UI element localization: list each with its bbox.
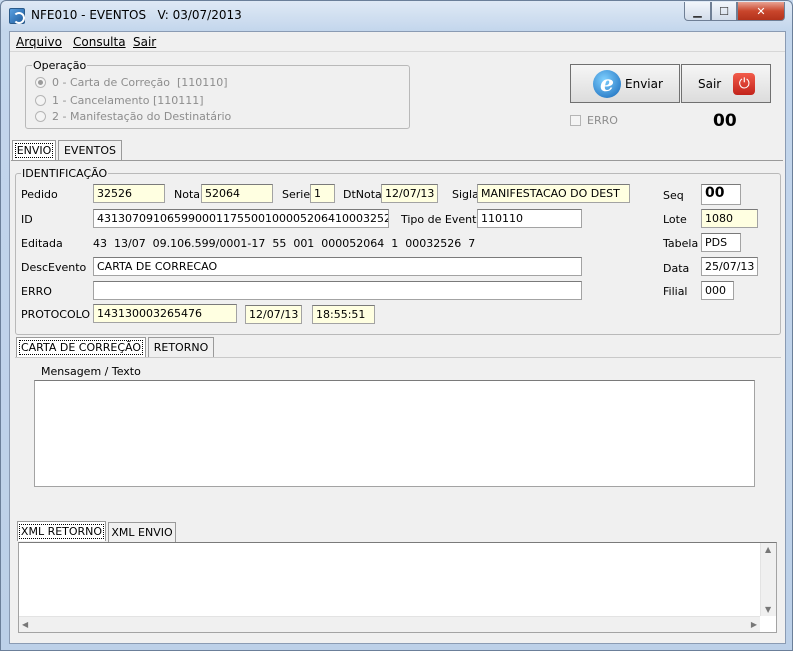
lote-field[interactable]: 1080 <box>701 209 758 228</box>
app-icon <box>9 8 25 24</box>
id-label: ID <box>21 213 33 226</box>
editada-value: 43 13/07 09.106.599/0001-17 55 001 00005… <box>93 237 476 250</box>
serie-field[interactable]: 1 <box>310 184 335 203</box>
send-e-icon: e <box>593 69 621 98</box>
xml-textarea[interactable]: ▲ ▼ ◀ ▶ <box>18 542 777 633</box>
sigla-label: Sigla <box>452 188 479 201</box>
minimize-button[interactable]: ▁ <box>684 2 711 21</box>
title-bar[interactable]: NFE010 - EVENTOS V: 03/07/2013 ▁ ☐ ✕ <box>1 1 792 31</box>
protocolo-label: PROTOCOLO <box>21 308 91 321</box>
counter-value: 00 <box>713 111 737 131</box>
vertical-scrollbar[interactable]: ▲ ▼ <box>760 543 776 616</box>
erro-checkbox[interactable]: ERRO <box>570 114 618 127</box>
pedido-field[interactable]: 32526 <box>93 184 165 203</box>
menu-bar: Arquivo Consulta Sair <box>10 32 785 52</box>
dtnota-label: DtNota <box>343 188 382 201</box>
menu-arquivo[interactable]: Arquivo <box>16 35 62 49</box>
filial-label: Filial <box>663 285 688 298</box>
radio-button-icon <box>35 95 46 106</box>
seq-label: Seq <box>663 189 684 202</box>
maximize-button[interactable]: ☐ <box>711 2 737 21</box>
filial-field[interactable]: 000 <box>701 281 734 300</box>
desc-evento-field[interactable]: CARTA DE CORRECAO <box>93 257 582 276</box>
enviar-button[interactable]: e Enviar <box>570 64 680 103</box>
pedido-label: Pedido <box>21 188 58 201</box>
tab-xml-retorno[interactable]: XML RETORNO <box>17 521 106 541</box>
seq-field[interactable]: 00 <box>701 184 741 205</box>
radio-button-icon <box>35 111 46 122</box>
horizontal-scrollbar[interactable]: ◀ ▶ <box>19 616 760 632</box>
tab-divider-mid <box>15 357 781 358</box>
protocolo-date-field[interactable]: 12/07/13 <box>245 305 302 324</box>
radio-button-icon <box>35 77 46 88</box>
tabela-field[interactable]: PDS <box>701 233 741 252</box>
editada-label: Editada <box>21 237 63 250</box>
tab-eventos[interactable]: EVENTOS <box>58 140 122 160</box>
desc-evento-label: DescEvento <box>21 261 87 274</box>
tab-retorno[interactable]: RETORNO <box>148 337 214 357</box>
dtnota-field[interactable]: 12/07/13 <box>381 184 438 203</box>
radio-cancelamento[interactable]: 1 - Cancelamento [110111] <box>35 94 204 107</box>
protocolo-field[interactable]: 143130003265476 <box>93 304 237 323</box>
menu-sair[interactable]: Sair <box>133 35 156 49</box>
scroll-right-icon[interactable]: ▶ <box>751 620 757 629</box>
application-window: NFE010 - EVENTOS V: 03/07/2013 ▁ ☐ ✕ Arq… <box>0 0 793 651</box>
id-field[interactable]: 4313070910659900011755001000052064100032… <box>93 209 389 228</box>
sigla-field[interactable]: MANIFESTACAO DO DEST <box>477 184 630 203</box>
serie-label: Serie <box>282 188 311 201</box>
mensagem-label: Mensagem / Texto <box>41 365 141 378</box>
data-field[interactable]: 25/07/13 <box>701 257 758 276</box>
close-button[interactable]: ✕ <box>737 2 785 21</box>
lote-label: Lote <box>663 213 687 226</box>
radio-manifestacao[interactable]: 2 - Manifestação do Destinatário <box>35 110 231 123</box>
operacao-label: Operação <box>32 59 88 72</box>
erro-field[interactable] <box>93 281 582 300</box>
tab-envio[interactable]: ENVIO <box>12 140 56 160</box>
sair-button[interactable]: Sair ⏻ <box>681 64 771 103</box>
tipo-evento-label: Tipo de Evento <box>401 213 484 226</box>
tab-divider <box>11 160 783 161</box>
scroll-down-icon[interactable]: ▼ <box>765 605 771 614</box>
tab-xml-envio[interactable]: XML ENVIO <box>108 522 176 542</box>
power-icon: ⏻ <box>733 72 756 95</box>
menu-consulta[interactable]: Consulta <box>73 35 126 49</box>
radio-carta-correcao[interactable]: 0 - Carta de Correção [110110] <box>35 76 228 89</box>
tabela-label: Tabela <box>663 237 699 250</box>
identificacao-label: IDENTIFICAÇÃO <box>21 167 109 180</box>
nota-label: Nota <box>174 188 201 201</box>
tab-carta-correcao[interactable]: CARTA DE CORREÇÃO <box>16 337 146 357</box>
protocolo-time-field[interactable]: 18:55:51 <box>312 305 375 324</box>
scroll-left-icon[interactable]: ◀ <box>22 620 28 629</box>
tipo-evento-field[interactable]: 110110 <box>477 209 582 228</box>
data-label: Data <box>663 262 690 275</box>
nota-field[interactable]: 52064 <box>201 184 273 203</box>
checkbox-icon <box>570 115 581 126</box>
window-title: NFE010 - EVENTOS V: 03/07/2013 <box>31 8 242 22</box>
client-area: Arquivo Consulta Sair Operação 0 - Carta… <box>9 31 786 644</box>
mensagem-textarea[interactable] <box>34 380 755 487</box>
erro-label: ERRO <box>21 285 52 298</box>
scroll-up-icon[interactable]: ▲ <box>765 545 771 554</box>
